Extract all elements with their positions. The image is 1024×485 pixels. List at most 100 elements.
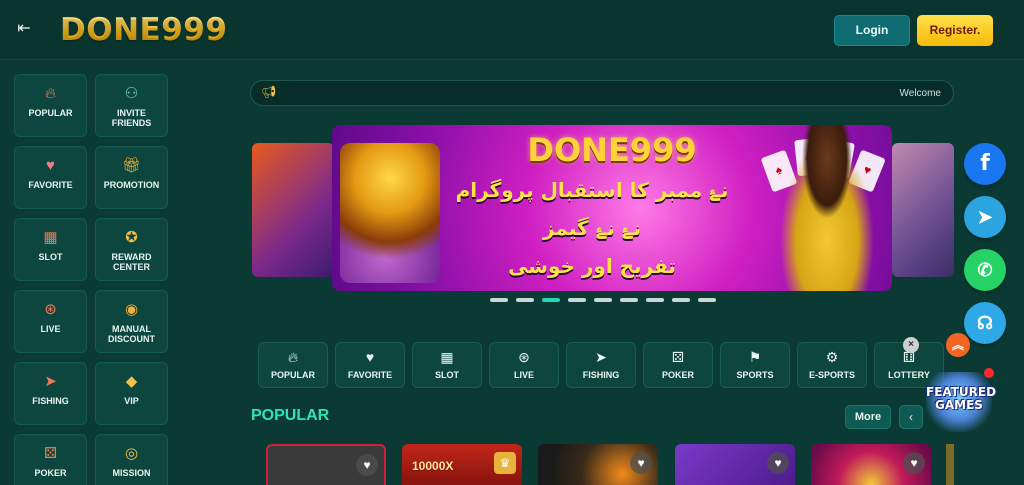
carousel-dot[interactable]: [646, 298, 664, 302]
tab-slot[interactable]: ▦ SLOT: [412, 342, 482, 388]
sidebar-item-label: MANUAL DISCOUNT: [108, 324, 155, 344]
headset-icon[interactable]: ☊: [964, 302, 1006, 344]
notification-badge: [984, 368, 994, 378]
coins-icon: ◉: [124, 301, 139, 318]
game-tile[interactable]: 10000X ♛: [402, 444, 522, 485]
fire-icon: 🔥︎: [287, 349, 299, 365]
tab-label: SLOT: [435, 370, 459, 380]
carousel-dot[interactable]: [698, 298, 716, 302]
fish-icon: ➤: [44, 373, 57, 390]
game-tile[interactable]: ♥: [538, 444, 658, 485]
site-logo[interactable]: DONE999: [60, 10, 227, 50]
fire-icon: 🔥︎: [44, 85, 56, 102]
sidebar-item-label: VIP: [124, 396, 139, 406]
carousel-dot[interactable]: [516, 298, 534, 302]
sidebar-item-label: LIVE: [40, 324, 61, 334]
tab-label: FISHING: [582, 370, 620, 380]
sidebar-item-label: PROMOTION: [103, 180, 160, 190]
speaker-icon: 📢︎: [261, 85, 277, 99]
game-tile-partial[interactable]: [946, 444, 954, 485]
sports-icon: ⚑: [748, 349, 762, 365]
sidebar-item-label: REWARD CENTER: [111, 252, 152, 272]
register-button[interactable]: Register.: [917, 15, 993, 46]
tab-label: FAVORITE: [347, 370, 393, 380]
chevron-left-icon[interactable]: ‹: [899, 405, 923, 429]
carousel-dot-active[interactable]: [542, 298, 560, 302]
heart-icon[interactable]: ♥: [767, 452, 789, 474]
sidebar-item-mission[interactable]: ◎ MISSION: [95, 434, 168, 485]
whatsapp-icon[interactable]: ✆: [964, 249, 1006, 291]
game-tile-tag: 10000X: [412, 459, 454, 473]
sidebar-item-reward-center[interactable]: ✪ REWARD CENTER: [95, 218, 168, 281]
slot-machine-icon: ▦: [43, 229, 58, 246]
carousel-dot[interactable]: [490, 298, 508, 302]
carousel-dot[interactable]: [568, 298, 586, 302]
banner-title: DONE999: [527, 131, 697, 169]
section-title-popular: POPULAR: [251, 407, 330, 424]
game-tile[interactable]: ♥: [675, 444, 795, 485]
game-tile[interactable]: ♥: [266, 444, 386, 485]
heart-icon[interactable]: ♥: [356, 454, 378, 476]
slot-machine-icon: ▦: [440, 349, 454, 365]
tab-label: POPULAR: [270, 370, 315, 380]
facebook-icon[interactable]: f: [964, 143, 1006, 185]
tab-poker[interactable]: ⚄ POKER: [643, 342, 713, 388]
carousel-dot[interactable]: [672, 298, 690, 302]
sidebar-item-fishing[interactable]: ➤ FISHING: [14, 362, 87, 425]
tab-favorite[interactable]: ♥ FAVORITE: [335, 342, 405, 388]
roulette-icon: ⊛: [44, 301, 57, 318]
sidebar-item-promotion[interactable]: 🎁︎ PROMOTION: [95, 146, 168, 209]
telegram-icon[interactable]: ➤: [964, 196, 1006, 238]
dice-icon: ⚄: [671, 349, 685, 365]
sidebar-item-manual-discount[interactable]: ◉ MANUAL DISCOUNT: [95, 290, 168, 353]
heart-box-icon: ♥: [365, 349, 375, 365]
tab-live[interactable]: ⊛ LIVE: [489, 342, 559, 388]
game-tile[interactable]: ♥: [811, 444, 931, 485]
medal-icon: ✪: [125, 229, 138, 246]
more-button[interactable]: More: [845, 405, 891, 429]
sidebar-item-vip[interactable]: ◆ VIP: [95, 362, 168, 425]
sidebar-item-slot[interactable]: ▦ SLOT: [14, 218, 87, 281]
heart-icon[interactable]: ♥: [903, 452, 925, 474]
menu-collapse-icon[interactable]: ⇤: [14, 20, 34, 38]
sidebar-item-label: POPULAR: [28, 108, 73, 118]
marquee-text: Welcome: [899, 88, 942, 99]
gamepad-icon: ⚙: [825, 349, 839, 365]
tab-fishing[interactable]: ➤ FISHING: [566, 342, 636, 388]
sidebar-item-label: INVITE FRIENDS: [111, 108, 152, 128]
invite-icon: ⚇: [124, 85, 139, 102]
banner-line-1: نۓ ممبر کا استقبال پروگرام: [455, 178, 729, 202]
tab-label: LIVE: [513, 370, 534, 380]
dice-icon: ⚄: [43, 445, 58, 462]
scroll-to-top-icon[interactable]: ︽: [946, 333, 970, 357]
top-header: ⇤ DONE999 Login Register.: [0, 0, 1024, 60]
announcement-marquee[interactable]: 📢︎ Welcome: [250, 80, 954, 106]
tab-sports[interactable]: ⚑ SPORTS: [720, 342, 790, 388]
tab-label: SPORTS: [736, 370, 774, 380]
close-icon[interactable]: ×: [903, 337, 919, 353]
target-icon: ◎: [124, 445, 139, 462]
login-button[interactable]: Login: [834, 15, 910, 46]
treasure-chest-image: [340, 143, 440, 283]
tab-e-sports[interactable]: ⚙ E-SPORTS: [797, 342, 867, 388]
sidebar-item-label: FISHING: [32, 396, 69, 406]
sidebar-item-live[interactable]: ⊛ LIVE: [14, 290, 87, 353]
heart-icon[interactable]: ♥: [630, 452, 652, 474]
banner-slide-next[interactable]: [892, 143, 954, 277]
tab-label: POKER: [661, 370, 694, 380]
tab-popular[interactable]: 🔥︎ POPULAR: [258, 342, 328, 388]
sidebar-item-favorite[interactable]: ♥ FAVORITE: [14, 146, 87, 209]
sidebar-item-label: FAVORITE: [28, 180, 73, 190]
sidebar-item-invite-friends[interactable]: ⚇ INVITE FRIENDS: [95, 74, 168, 137]
sidebar-item-popular[interactable]: 🔥︎ POPULAR: [14, 74, 87, 137]
diamond-icon: ◆: [125, 373, 138, 390]
sidebar-item-label: SLOT: [38, 252, 63, 262]
sidebar-item-poker[interactable]: ⚄ POKER: [14, 434, 87, 485]
roulette-icon: ⊛: [518, 349, 530, 365]
banner-slide-previous[interactable]: [252, 143, 334, 277]
carousel-dot[interactable]: [594, 298, 612, 302]
banner-slide-current[interactable]: DONE999 نۓ ممبر کا استقبال پروگرام نۓ نۓ…: [332, 125, 892, 291]
carousel-dot[interactable]: [620, 298, 638, 302]
tab-label: E-SPORTS: [808, 370, 855, 380]
featured-games-widget[interactable]: FEATURED GAMES: [926, 368, 996, 432]
